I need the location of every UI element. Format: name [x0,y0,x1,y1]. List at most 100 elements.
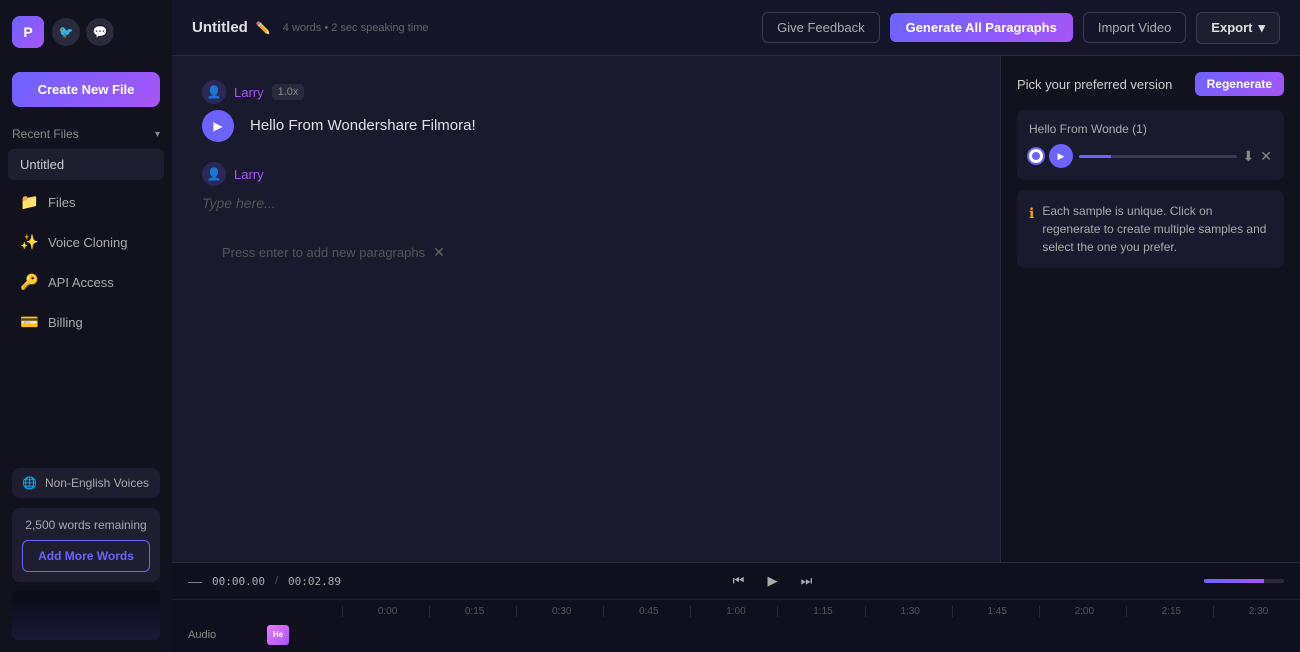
logo-area: P 🐦 💬 [0,0,172,64]
side-panel: Pick your preferred version Regenerate H… [1000,56,1300,562]
speaker-name-2[interactable]: Larry [234,167,264,182]
info-box: ℹ Each sample is unique. Click on regene… [1017,190,1284,268]
timeline-volume-bar[interactable] [1204,579,1284,583]
sidebar-preview-area [12,590,160,640]
press-enter-text: Press enter to add new paragraphs [222,245,425,260]
recent-file-untitled[interactable]: Untitled [8,149,164,180]
sidebar-item-label-voice-cloning: Voice Cloning [48,235,128,250]
timeline-current-time: 00:00.00 [212,575,265,588]
speaker-avatar-2: 👤 [202,162,226,186]
topbar-right: Give Feedback Generate All Paragraphs Im… [762,12,1280,44]
speed-badge-1[interactable]: 1.0x [272,84,305,100]
timeline-skip-back-button[interactable]: ⏮ [727,569,751,593]
content-panel: 👤 Larry 1.0x ▶ Hello From Wondershare Fi… [172,56,1000,562]
ruler-mark-7: 1:45 [952,606,1039,617]
timeline-separator: / [275,575,278,587]
ruler-mark-2: 0:30 [516,606,603,617]
ruler-mark-6: 1:30 [865,606,952,617]
import-video-button[interactable]: Import Video [1083,12,1186,43]
sidebar-item-label-billing: Billing [48,315,83,330]
timeline-total-time: 00:02.89 [288,575,341,588]
sidebar-item-api-access[interactable]: 🔑 API Access [6,263,166,301]
api-icon: 🔑 [20,273,38,291]
paragraph-text-1[interactable]: Hello From Wondershare Filmora! [250,114,476,138]
recent-files-chevron-icon: ▾ [155,129,160,140]
sample-title-1: Hello From Wonde (1) [1029,122,1272,136]
side-panel-title: Pick your preferred version [1017,77,1172,92]
recent-files-label: Recent Files [12,127,79,141]
track-label-audio: Audio [182,629,252,641]
app-logo: P [12,16,44,48]
paragraph-block-1: 👤 Larry 1.0x ▶ Hello From Wondershare Fi… [202,80,970,142]
speaker-name-1[interactable]: Larry [234,85,264,100]
words-remaining-box: 2,500 words remaining Add More Words [12,508,160,582]
topbar-left: Untitled ✏️ 4 words • 2 sec speaking tim… [192,19,428,36]
paragraph-header-1: 👤 Larry 1.0x [202,80,970,104]
ruler-mark-5: 1:15 [777,606,864,617]
recent-files-header[interactable]: Recent Files ▾ [0,115,172,147]
sample-radio-1[interactable] [1029,149,1043,163]
timeline-skip-forward-button[interactable]: ⏭ [795,569,819,593]
sample-progress-fill-1 [1079,155,1111,158]
sidebar-item-files[interactable]: 📁 Files [6,183,166,221]
sample-play-button-1[interactable]: ▶ [1049,144,1073,168]
timeline-controls: — 00:00.00 / 00:02.89 ⏮ ▶ ⏭ [172,563,1300,600]
timeline-play-button[interactable]: ▶ [761,569,785,593]
sidebar-bottom: 🌐 Non-English Voices 2,500 words remaini… [0,456,172,652]
press-enter-hint: Press enter to add new paragraphs ✕ [202,234,970,271]
timeline-minus-icon[interactable]: — [188,573,202,589]
create-new-button[interactable]: Create New File [12,72,160,107]
export-chevron-icon: ▾ [1258,20,1265,36]
sample-item-1: Hello From Wonde (1) ▶ ⬇ ✕ [1017,110,1284,180]
timeline-bar: — 00:00.00 / 00:02.89 ⏮ ▶ ⏭ 0:00 0:15 0:… [172,562,1300,652]
export-button[interactable]: Export ▾ [1196,12,1280,44]
sidebar-item-billing[interactable]: 💳 Billing [6,303,166,341]
play-paragraph-1-button[interactable]: ▶ [202,110,234,142]
side-panel-header: Pick your preferred version Regenerate [1017,72,1284,96]
paragraph-content-2[interactable]: Type here... [202,192,970,214]
sidebar-item-label-files: Files [48,195,75,210]
info-text: Each sample is unique. Click on regenera… [1042,202,1272,256]
ruler-marks: 0:00 0:15 0:30 0:45 1:00 1:15 1:30 1:45 … [342,606,1300,617]
audio-clip-1[interactable]: He [267,625,289,645]
regenerate-button[interactable]: Regenerate [1195,72,1284,96]
files-icon: 📁 [20,193,38,211]
sample-close-icon-1[interactable]: ✕ [1260,148,1272,165]
edit-title-icon[interactable]: ✏️ [256,21,271,35]
ruler-mark-8: 2:00 [1039,606,1126,617]
speaker-avatar-1: 👤 [202,80,226,104]
press-enter-close-icon[interactable]: ✕ [433,244,445,261]
paragraph-content-1: ▶ Hello From Wondershare Filmora! [202,110,970,142]
billing-icon: 💳 [20,313,38,331]
export-label: Export [1211,20,1252,35]
track-content-audio: He [252,621,1290,649]
ruler-mark-4: 1:00 [690,606,777,617]
non-english-icon: 🌐 [22,476,37,490]
sidebar-item-voice-cloning[interactable]: ✨ Voice Cloning [6,223,166,261]
voice-cloning-icon: ✨ [20,233,38,251]
give-feedback-button[interactable]: Give Feedback [762,12,879,43]
non-english-label: Non-English Voices [45,476,149,490]
twitter-icon[interactable]: 🐦 [52,18,80,46]
info-icon: ℹ [1029,203,1034,224]
ruler-mark-1: 0:15 [429,606,516,617]
sample-download-icon-1[interactable]: ⬇ [1243,148,1255,165]
discord-icon[interactable]: 💬 [86,18,114,46]
non-english-voices-button[interactable]: 🌐 Non-English Voices [12,468,160,498]
ruler-mark-3: 0:45 [603,606,690,617]
generate-all-paragraphs-button[interactable]: Generate All Paragraphs [890,13,1073,42]
sidebar-item-label-api: API Access [48,275,114,290]
type-here-placeholder[interactable]: Type here... [202,192,276,214]
words-remaining-text: 2,500 words remaining [22,518,150,532]
paragraph-block-2: 👤 Larry Type here... [202,162,970,214]
social-links: 🐦 💬 [52,18,114,46]
main-content: Untitled ✏️ 4 words • 2 sec speaking tim… [172,0,1300,652]
preview-wave [12,600,160,640]
file-title: Untitled [192,19,248,36]
topbar: Untitled ✏️ 4 words • 2 sec speaking tim… [172,0,1300,56]
sidebar: P 🐦 💬 Create New File Recent Files ▾ Unt… [0,0,172,652]
editor-area: 👤 Larry 1.0x ▶ Hello From Wondershare Fi… [172,56,1300,562]
timeline-ruler: 0:00 0:15 0:30 0:45 1:00 1:15 1:30 1:45 … [172,600,1300,617]
ruler-mark-10: 2:30 [1213,606,1300,617]
add-more-words-button[interactable]: Add More Words [22,540,150,572]
